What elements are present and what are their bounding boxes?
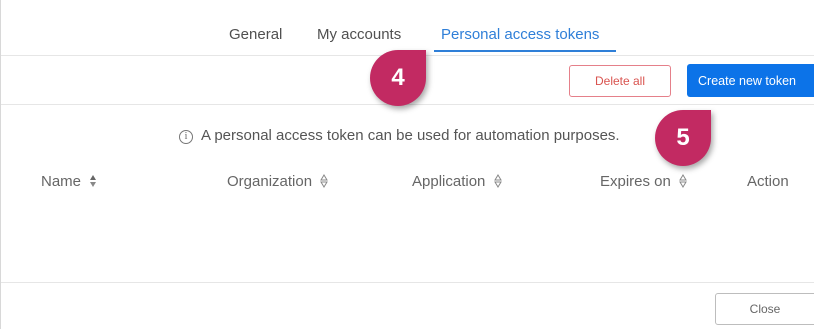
sort-icon [90, 175, 97, 187]
tab-my-accounts[interactable]: My accounts [317, 26, 401, 43]
active-tab-underline [434, 50, 616, 52]
tab-personal-access-tokens[interactable]: Personal access tokens [441, 26, 599, 43]
sort-icon [320, 174, 329, 188]
sort-icon [493, 174, 502, 188]
sort-icon [679, 174, 687, 188]
column-header-action: Action [747, 173, 789, 190]
step-marker-5: 5 [655, 110, 711, 166]
info-text: A personal access token can be used for … [201, 127, 620, 144]
dialog-footer: Close [1, 282, 814, 329]
column-header-label: Action [747, 173, 789, 190]
column-header-label: Name [41, 173, 82, 190]
column-header-label: Application [412, 173, 486, 190]
tab-general[interactable]: General [229, 26, 282, 43]
column-header-label: Expires on [600, 173, 671, 190]
column-header-name[interactable]: Name [41, 173, 97, 190]
column-header-label: Organization [227, 173, 313, 190]
personal-access-tokens-dialog: General My accounts Personal access toke… [0, 0, 814, 329]
step-marker-4: 4 [370, 50, 426, 106]
close-button[interactable]: Close [715, 293, 814, 325]
create-new-token-button[interactable]: Create new token [687, 64, 814, 97]
column-header-expires-on[interactable]: Expires on [600, 173, 687, 190]
column-header-organization[interactable]: Organization [227, 173, 329, 190]
info-icon: i [179, 130, 193, 144]
info-message: i A personal access token can be used for… [179, 127, 620, 144]
delete-all-button[interactable]: Delete all [569, 65, 671, 97]
column-header-application[interactable]: Application [412, 173, 502, 190]
tab-bar: General My accounts Personal access toke… [1, 0, 814, 56]
